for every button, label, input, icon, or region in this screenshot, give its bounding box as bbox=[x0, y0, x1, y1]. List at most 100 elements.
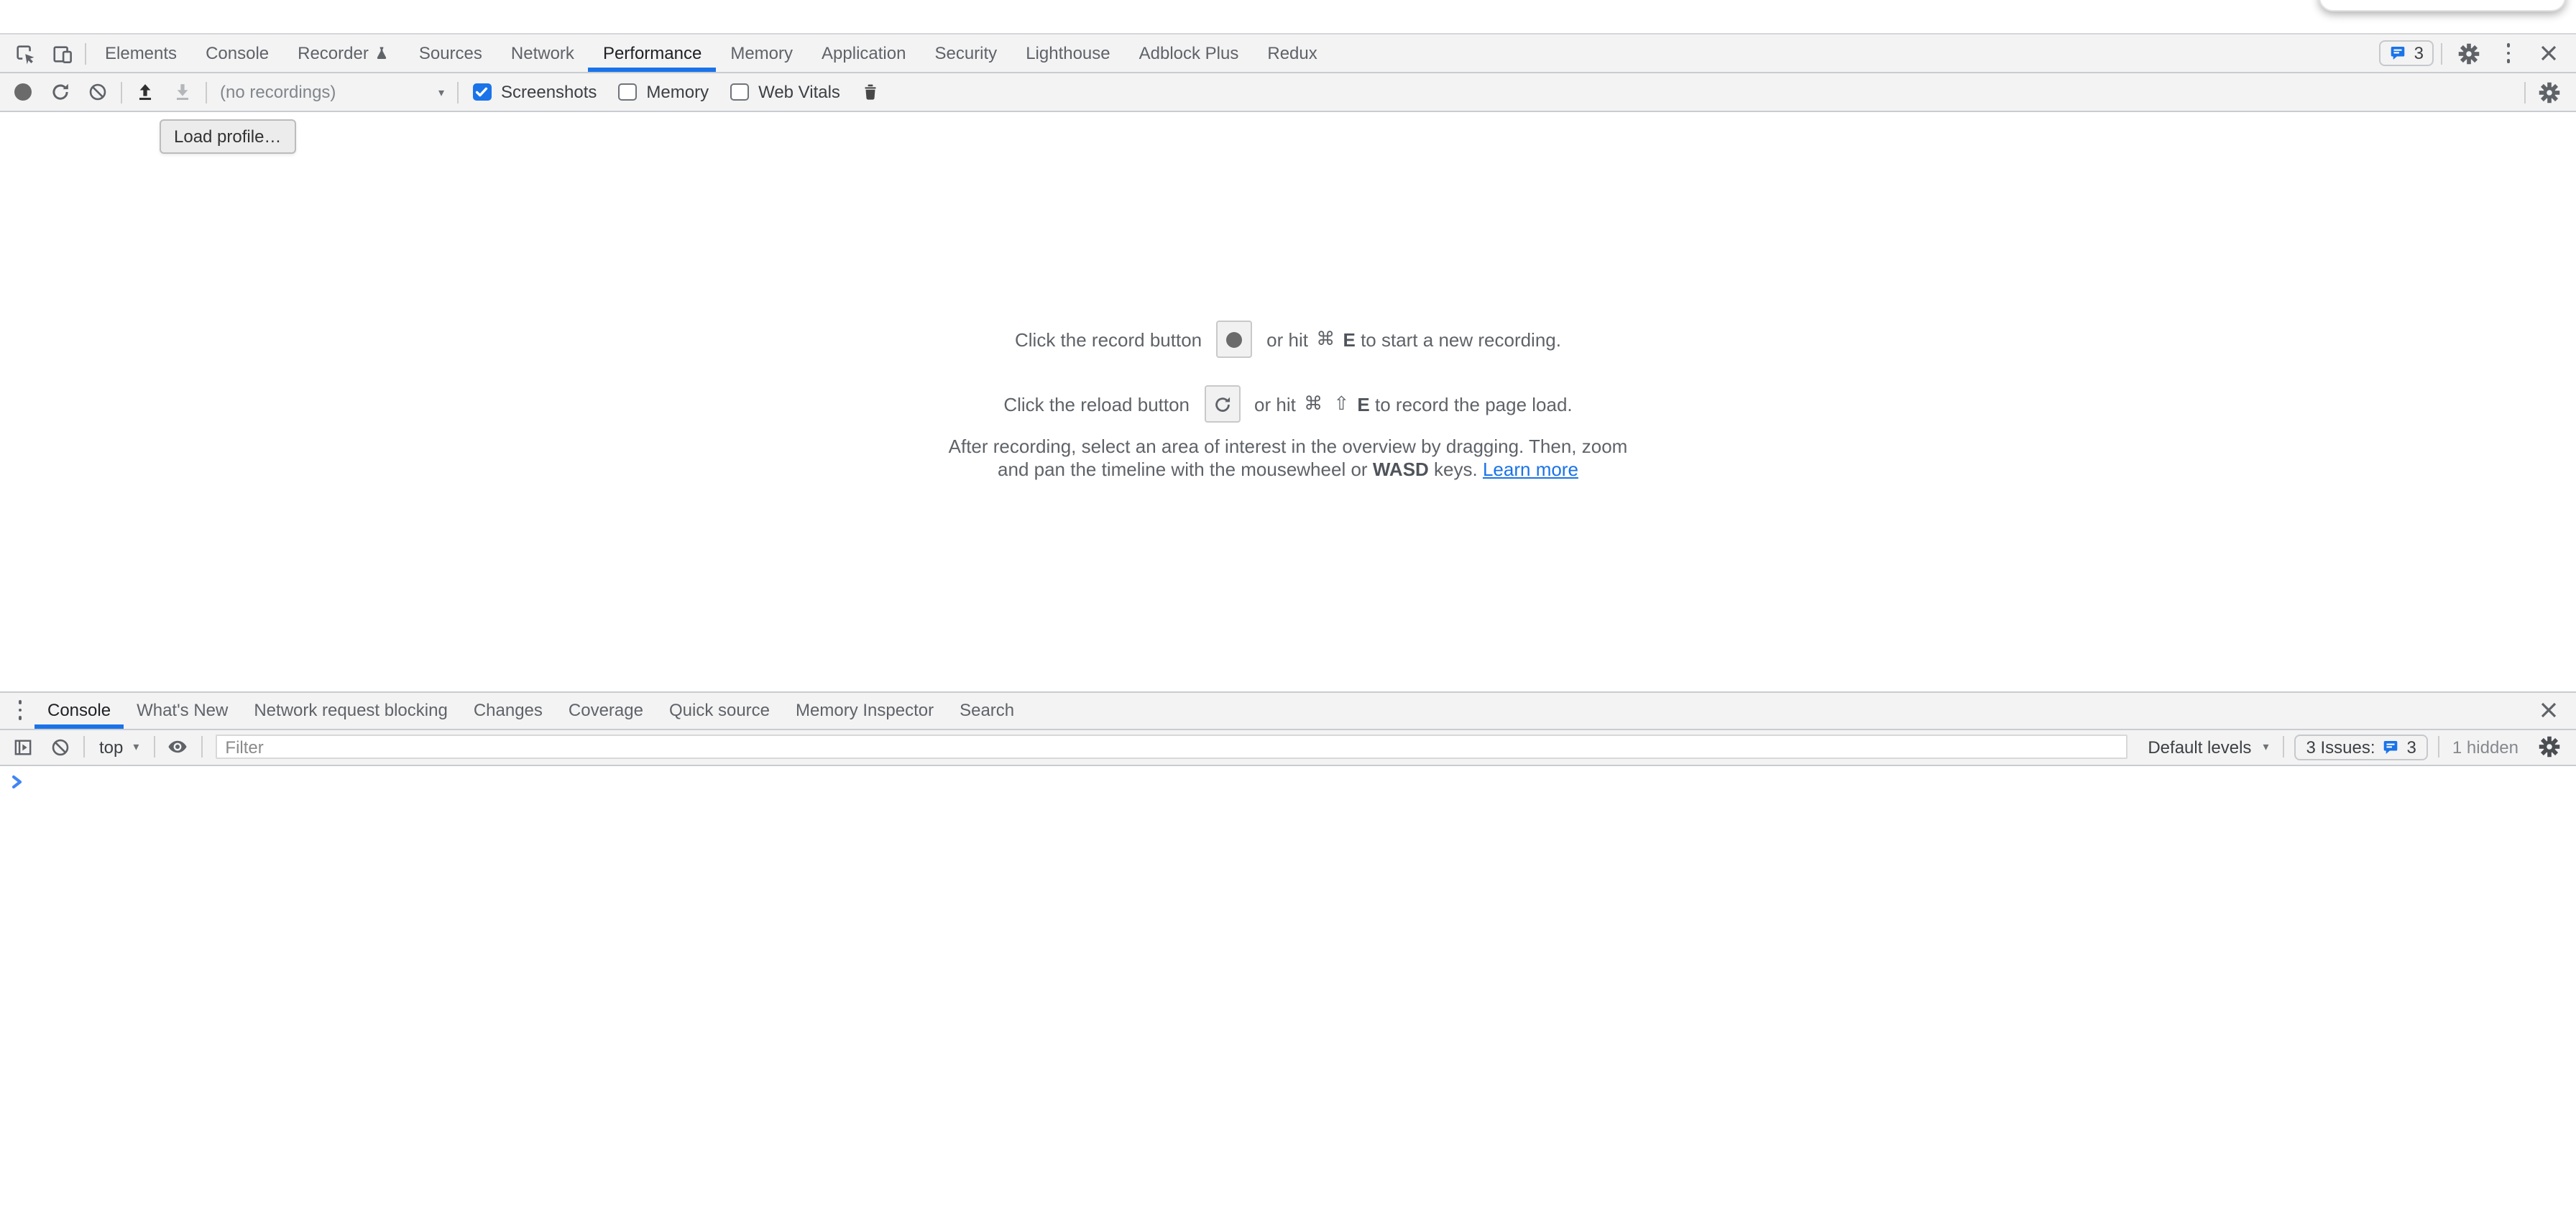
tab-network[interactable]: Network bbox=[497, 34, 589, 72]
reload-icon bbox=[1213, 395, 1231, 414]
download-icon bbox=[172, 82, 193, 102]
cmd-key-symbol: ⌘ bbox=[1316, 328, 1335, 351]
settings-button[interactable] bbox=[2450, 36, 2487, 70]
close-drawer-button[interactable] bbox=[2530, 693, 2567, 727]
screenshots-checkbox-group[interactable]: Screenshots bbox=[473, 82, 597, 102]
drawer-tab-search[interactable]: Search bbox=[947, 692, 1027, 728]
tabbar-right-controls: 3 bbox=[2380, 34, 2567, 72]
drawer-tab-console[interactable]: Console bbox=[34, 692, 124, 728]
inspect-cursor-icon bbox=[14, 42, 35, 64]
clear-recordings-button[interactable] bbox=[79, 75, 116, 109]
log-levels-dropdown[interactable]: Default levels ▾ bbox=[2138, 737, 2278, 757]
tab-console[interactable]: Console bbox=[191, 34, 283, 72]
clear-console-button[interactable] bbox=[42, 729, 79, 764]
tab-redux[interactable]: Redux bbox=[1253, 34, 1331, 72]
recordings-dropdown[interactable]: (no recordings) ▾ bbox=[211, 73, 453, 111]
tab-memory[interactable]: Memory bbox=[716, 34, 807, 72]
performance-panel: Load profile… Click the record button or… bbox=[0, 112, 2576, 691]
separator bbox=[457, 81, 459, 103]
drawer-more-tools-button[interactable] bbox=[6, 693, 34, 727]
e-key-symbol: E bbox=[1357, 394, 1369, 415]
reload-button-illustration bbox=[1204, 386, 1240, 423]
issues-count: 3 bbox=[2414, 43, 2424, 63]
separator bbox=[206, 81, 207, 103]
inspect-element-button[interactable] bbox=[6, 36, 43, 70]
devtools-main-tabbar: Elements Console Recorder Sources Networ… bbox=[0, 33, 2576, 73]
separator bbox=[85, 42, 86, 64]
drawer-tabbar-spacer bbox=[1027, 692, 2530, 728]
separator bbox=[2438, 736, 2439, 758]
console-messages-area[interactable] bbox=[0, 765, 2576, 1206]
drawer-tab-changes[interactable]: Changes bbox=[461, 692, 556, 728]
cmd-key-symbol: ⌘ bbox=[1304, 393, 1322, 416]
record-button-illustration bbox=[1216, 321, 1252, 359]
console-prompt[interactable] bbox=[0, 765, 2576, 788]
performance-toolbar: (no recordings) ▾ Screenshots Memory Web… bbox=[0, 73, 2576, 112]
usage-hint-paragraph: After recording, select an area of inter… bbox=[943, 436, 1633, 482]
drawer-tab-memory-inspector[interactable]: Memory Inspector bbox=[783, 692, 947, 728]
console-settings-button[interactable] bbox=[2530, 729, 2567, 764]
console-sidebar-icon bbox=[13, 737, 33, 757]
record-icon bbox=[14, 83, 32, 101]
record-button[interactable] bbox=[4, 75, 42, 109]
tab-security[interactable]: Security bbox=[920, 34, 1011, 72]
record-icon bbox=[1226, 332, 1242, 348]
close-icon bbox=[2540, 701, 2557, 719]
issues-counter-button[interactable]: 3 Issues: 3 bbox=[2294, 734, 2427, 760]
reload-instruction-row: Click the reload button or hit ⌘ ⇧ E to … bbox=[1003, 386, 1572, 423]
web-vitals-checkbox-group[interactable]: Web Vitals bbox=[730, 82, 840, 102]
tab-sources[interactable]: Sources bbox=[405, 34, 497, 72]
browser-chrome-strip bbox=[0, 0, 2576, 33]
issues-speech-bubble-icon bbox=[2383, 738, 2400, 755]
gear-icon bbox=[2538, 736, 2559, 758]
save-profile-button[interactable] bbox=[164, 75, 201, 109]
javascript-context-dropdown[interactable]: top ▾ bbox=[89, 737, 149, 757]
close-icon bbox=[2540, 45, 2557, 62]
recorder-flask-icon bbox=[374, 45, 390, 62]
more-options-button[interactable] bbox=[2490, 36, 2527, 70]
console-prompt-chevron-icon bbox=[12, 774, 24, 788]
create-live-expression-button[interactable] bbox=[159, 729, 196, 764]
reload-and-record-button[interactable] bbox=[42, 75, 79, 109]
browser-popup-remnant bbox=[2319, 0, 2566, 11]
issues-count: 3 bbox=[2407, 737, 2416, 757]
tab-recorder[interactable]: Recorder bbox=[283, 34, 405, 72]
device-toolbar-button[interactable] bbox=[43, 36, 80, 70]
console-filter-input[interactable] bbox=[215, 735, 2128, 759]
device-toolbar-icon bbox=[51, 42, 73, 64]
separator bbox=[83, 736, 85, 758]
capture-settings-button[interactable] bbox=[2530, 75, 2567, 109]
kebab-menu-icon bbox=[18, 701, 22, 720]
screenshots-checkbox[interactable] bbox=[473, 83, 491, 101]
separator bbox=[153, 736, 155, 758]
trash-icon bbox=[861, 82, 880, 102]
kebab-menu-icon bbox=[2506, 44, 2511, 63]
separator bbox=[121, 81, 122, 103]
web-vitals-checkbox[interactable] bbox=[730, 83, 748, 101]
tab-adblock-plus[interactable]: Adblock Plus bbox=[1125, 34, 1254, 72]
wasd-keys: WASD bbox=[1373, 459, 1429, 481]
tab-performance[interactable]: Performance bbox=[589, 34, 716, 72]
load-profile-button[interactable] bbox=[126, 75, 164, 109]
separator bbox=[2283, 736, 2284, 758]
drawer-tab-network-request-blocking[interactable]: Network request blocking bbox=[241, 692, 460, 728]
tab-lighthouse[interactable]: Lighthouse bbox=[1011, 34, 1124, 72]
memory-checkbox-group[interactable]: Memory bbox=[618, 82, 709, 102]
record-instruction-row: Click the record button or hit ⌘ E to st… bbox=[1015, 321, 1561, 359]
issues-counter-button[interactable]: 3 bbox=[2380, 40, 2434, 66]
hidden-messages-count: 1 hidden bbox=[2452, 737, 2518, 757]
tab-application[interactable]: Application bbox=[807, 34, 920, 72]
garbage-collect-button[interactable] bbox=[852, 75, 889, 109]
learn-more-link[interactable]: Learn more bbox=[1483, 459, 1578, 481]
performance-empty-state: Click the record button or hit ⌘ E to st… bbox=[943, 321, 1633, 482]
show-console-sidebar-button[interactable] bbox=[4, 729, 42, 764]
close-devtools-button[interactable] bbox=[2530, 36, 2567, 70]
upload-icon bbox=[135, 82, 155, 102]
drawer-tab-whats-new[interactable]: What's New bbox=[124, 692, 241, 728]
drawer-tab-coverage[interactable]: Coverage bbox=[556, 692, 656, 728]
drawer-tab-quick-source[interactable]: Quick source bbox=[656, 692, 783, 728]
console-toolbar: top ▾ Default levels ▾ 3 Issues: 3 bbox=[0, 729, 2576, 765]
e-key-symbol: E bbox=[1343, 329, 1355, 351]
tab-elements[interactable]: Elements bbox=[91, 34, 191, 72]
memory-checkbox[interactable] bbox=[618, 83, 636, 101]
